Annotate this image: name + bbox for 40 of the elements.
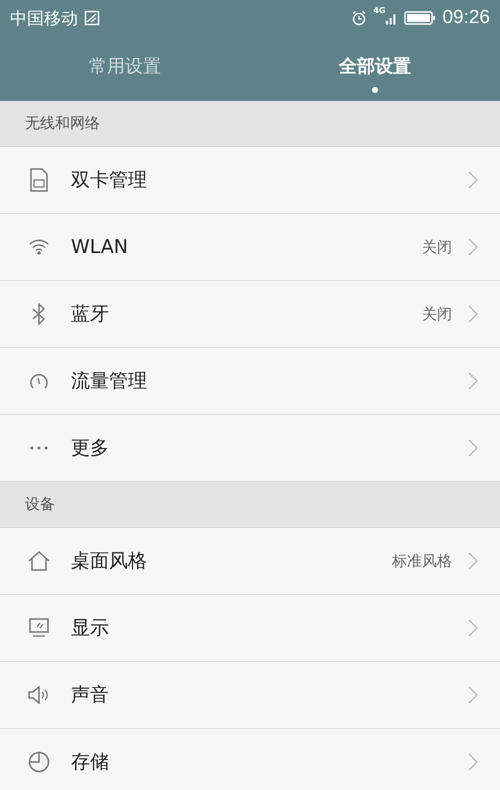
network-type: 4G bbox=[373, 6, 386, 15]
item-value: 标准风格 bbox=[392, 552, 452, 570]
wifi-icon bbox=[29, 239, 49, 255]
bluetooth-icon bbox=[32, 303, 46, 325]
chevron-right-icon bbox=[468, 238, 478, 256]
chevron-right-icon bbox=[468, 171, 478, 189]
chevron-right-icon bbox=[468, 372, 478, 390]
pie-chart-icon bbox=[28, 751, 50, 773]
gauge-icon bbox=[29, 371, 49, 391]
chevron-right-icon bbox=[468, 619, 478, 637]
section-header: 设备 bbox=[0, 482, 500, 528]
monitor-icon bbox=[29, 618, 49, 638]
item-value: 关闭 bbox=[422, 238, 452, 256]
item-label: 双卡管理 bbox=[71, 168, 147, 193]
image-icon bbox=[84, 10, 100, 26]
item-value: 关闭 bbox=[422, 304, 452, 324]
item-label: 存储 bbox=[71, 750, 109, 775]
chevron-right-icon bbox=[468, 305, 478, 323]
home-icon bbox=[28, 551, 50, 571]
chevron-right-icon bbox=[468, 439, 478, 457]
item-label: 声音 bbox=[71, 683, 109, 708]
chevron-right-icon bbox=[468, 686, 478, 704]
section-header: 无线和网络 bbox=[0, 101, 500, 147]
chevron-right-icon bbox=[468, 552, 478, 570]
item-label: 流量管理 bbox=[71, 369, 147, 394]
item-label: 桌面风格 bbox=[71, 549, 147, 574]
item-label: 更多 bbox=[71, 436, 109, 461]
speaker-icon bbox=[28, 686, 50, 704]
chevron-right-icon bbox=[468, 753, 478, 771]
tab[interactable]: 全部设置 bbox=[339, 54, 411, 78]
battery-icon bbox=[404, 10, 436, 26]
carrier-name: 中国移动 bbox=[10, 8, 78, 30]
clock-time: 09:26 bbox=[442, 7, 490, 29]
alarm-icon bbox=[351, 10, 368, 26]
more-icon bbox=[30, 446, 48, 450]
item-label: 显示 bbox=[71, 616, 109, 641]
item-label: WLAN bbox=[71, 236, 128, 258]
sim-card-icon bbox=[30, 168, 48, 192]
selected-dot-icon bbox=[372, 87, 378, 93]
item-label: 蓝牙 bbox=[71, 302, 109, 327]
